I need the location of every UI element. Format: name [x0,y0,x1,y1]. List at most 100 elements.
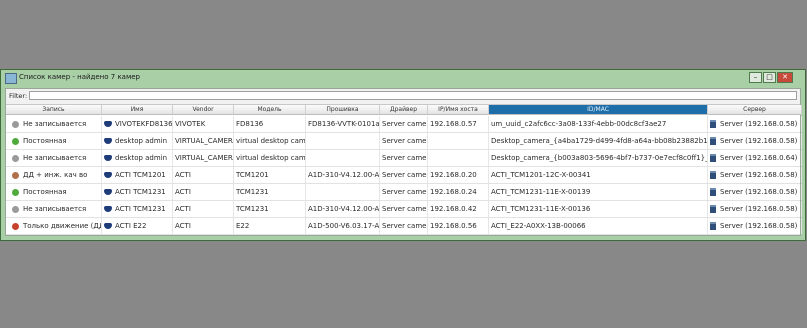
table-row[interactable]: Только движение (ДД) ACTI E22 ACTI E22 A1D-5… [6,218,802,235]
cell-id-mac: Desktop_camera_{b003a803-5696-4bf7-b737-… [489,150,708,166]
server-icon [710,154,716,162]
cell-vendor: ACTI [173,218,234,234]
cell-vendor: VIRTUAL_CAMERA [173,133,234,149]
cell-text: TCM1231 [236,205,269,213]
cell-text: desktop admin [115,137,168,145]
cell-text: Server camera [382,171,427,179]
cell-id-mac: ACTI_TCM1201-12C-X-00341 [489,167,708,183]
column-header-col-server[interactable]: Сервер [708,105,802,115]
cell-text: Только движение (ДД) [23,222,102,230]
cell-vendor: ACTI [173,201,234,217]
cell-text: E22 [236,222,250,230]
cell-text: TCM1201 [236,171,269,179]
cell-text: ACTI TCM1231 [115,205,166,213]
cell-model: FD8136 [234,116,306,132]
cell-text: Server camera [382,205,427,213]
cell-server: Server (192.168.0.58) [708,218,802,234]
column-header-col-model[interactable]: Модель [234,105,306,115]
cell-text: Server (192.168.0.58) [720,222,798,230]
cell-vendor: VIRTUAL_CAMERA [173,150,234,166]
cell-vendor: VIVOTEK [173,116,234,132]
cell-model: TCM1201 [234,167,306,183]
cell-text: Server camera [382,188,427,196]
cell-recording: Не записывается [6,116,102,132]
maximize-button[interactable]: □ [763,72,776,83]
cell-firmware [306,184,380,200]
cell-id-mac: Desktop_camera_{a4ba1729-d499-4fd8-a64a-… [489,133,708,149]
cell-ip [428,133,489,149]
table-row[interactable]: Не записывается ACTI TCM1231 ACTI TCM1231 A1… [6,201,802,218]
column-header-col-name[interactable]: Имя [102,105,173,115]
cell-text: Не записывается [23,154,87,162]
cell-firmware: A1D-310-V4.12.00-AC [306,167,380,183]
recording-status-icon [12,154,19,162]
cell-text: VIVOTEK [175,120,206,128]
cell-text: Постоянная [23,137,67,145]
cell-firmware [306,133,380,149]
cell-name: ACTI TCM1201 [102,167,173,183]
cell-name: ACTI TCM1231 [102,184,173,200]
cell-text: Server camera [382,120,427,128]
cell-text: virtual desktop camera [236,137,306,145]
column-header-col-firmware[interactable]: Прошивка [306,105,380,115]
cell-name: ACTI TCM1231 [102,201,173,217]
cell-model: TCM1231 [234,201,306,217]
table-row[interactable]: Не записывается VIVOTEKFD8136 VIVOTEK FD813… [6,116,802,133]
title-bar[interactable]: Список камер - найдено 7 камер – □ ✕ [1,70,805,87]
camera-icon [104,223,112,229]
cell-text: VIRTUAL_CAMERA [175,154,234,162]
close-button[interactable]: ✕ [777,72,793,83]
cell-server: Server (192.168.0.58) [708,116,802,132]
server-icon [710,188,716,196]
cell-id-mac: ACTI_TCM1231-11E-X-00139 [489,184,708,200]
cell-text: VIVOTEKFD8136 [115,120,173,128]
cell-ip: 192.168.0.24 [428,184,489,200]
cell-text: 192.168.0.42 [430,205,477,213]
camera-list-window: Список камер - найдено 7 камер – □ ✕ Fil… [0,69,806,241]
cell-recording: Не записывается [6,150,102,166]
cell-text: Desktop_camera_{a4ba1729-d499-4fd8-a64a-… [491,137,708,145]
cell-name: VIVOTEKFD8136 [102,116,173,132]
cell-text: Server (192.168.0.58) [720,188,798,196]
cell-ip: 192.168.0.56 [428,218,489,234]
column-header-col-vendor[interactable]: Vendor [173,105,234,115]
cell-firmware [306,150,380,166]
cell-recording: Не записывается [6,201,102,217]
table-row[interactable]: Не записывается desktop admin VIRTUAL_CAME… [6,150,802,167]
filter-input[interactable] [29,91,797,100]
cell-text: Desktop_camera_{b003a803-5696-4bf7-b737-… [491,154,708,162]
cell-text: Server (192.168.0.64) [720,154,798,162]
camera-icon [104,206,112,212]
filter-label: Filter: [9,92,28,100]
minimize-button[interactable]: – [749,72,762,83]
column-header-col-ip[interactable]: IP/Имя хоста [428,105,489,115]
table-row[interactable]: ДД + инж. кач во ACTI TCM1201 ACTI TCM1201 A… [6,167,802,184]
table-row[interactable]: Постоянная ACTI TCM1231 ACTI TCM1231 Server … [6,184,802,201]
cell-text: 192.168.0.20 [430,171,477,179]
cell-text: ACTI E22 [115,222,147,230]
cell-server: Server (192.168.0.58) [708,201,802,217]
column-header-col-driver[interactable]: Драйвер [380,105,428,115]
cell-vendor: ACTI [173,184,234,200]
cell-id-mac: ACTI_E22-A0XX-13B-00066 [489,218,708,234]
cell-text: um_uuid_c2afc6cc-3a08-133f-4ebb-00dc8cf3… [491,120,667,128]
cell-driver: Server camera [380,167,428,183]
column-header-col-id-mac[interactable]: ID/MAC [489,105,708,115]
cell-ip: 192.168.0.20 [428,167,489,183]
cell-ip: 192.168.0.42 [428,201,489,217]
cell-text: Server (192.168.0.58) [720,120,798,128]
cell-text: virtual desktop camera [236,154,306,162]
table-row[interactable]: Постоянная desktop admin VIRTUAL_CAMERA vir… [6,133,802,150]
cell-text: 192.168.0.56 [430,222,477,230]
server-icon [710,205,716,213]
cell-text: 192.168.0.24 [430,188,477,196]
window-client-area: Filter: Запись Имя Vendor Модель Прошивка Дра… [5,88,802,236]
cell-text: ACTI [175,222,191,230]
cell-text: 192.168.0.57 [430,120,477,128]
recording-status-icon [12,120,19,128]
cell-driver: Server camera [380,150,428,166]
column-header-col-recording[interactable]: Запись [6,105,102,115]
cell-driver: Server camera [380,218,428,234]
camera-table: Запись Имя Vendor Модель Прошивка Драйвер IP/И… [6,104,802,235]
server-icon [710,222,716,230]
